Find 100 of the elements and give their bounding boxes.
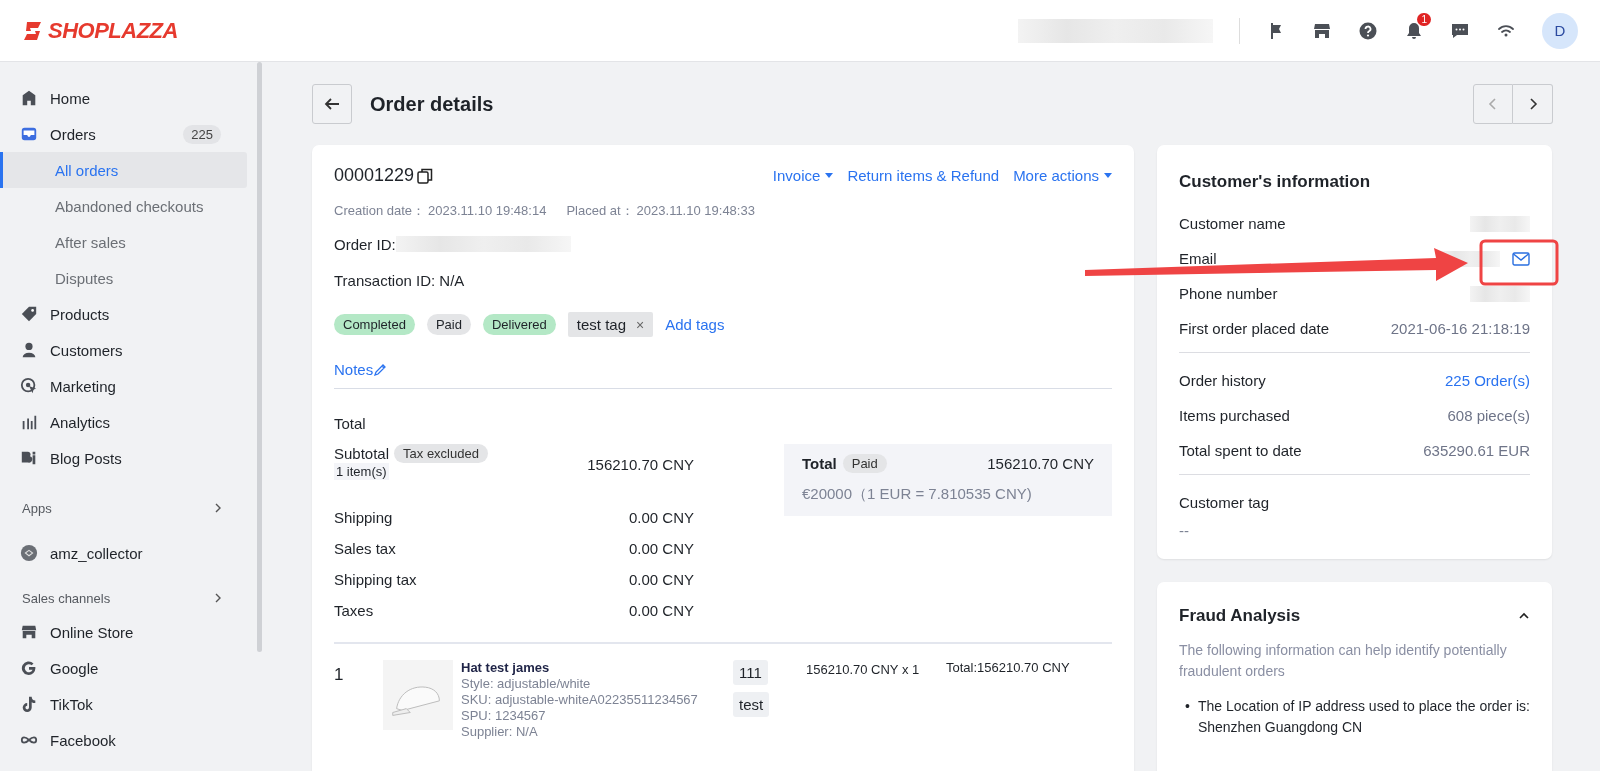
field-value: 608 piece(s) xyxy=(1447,407,1530,424)
logo-text: SHOPLAZZA xyxy=(48,17,178,44)
notification-badge: 1 xyxy=(1417,12,1431,26)
section-label: Apps xyxy=(22,500,52,516)
status-tag: Delivered xyxy=(482,314,556,335)
add-tags-link[interactable]: Add tags xyxy=(665,316,725,333)
sidebar-subitem[interactable]: Disputes xyxy=(2,260,247,296)
sidebar-item[interactable]: Marketing xyxy=(0,368,247,404)
sidebar-subitem[interactable]: All orders xyxy=(2,152,247,188)
product-detail: Supplier: N/A xyxy=(461,724,539,739)
transaction-id: Transaction ID: N/A xyxy=(334,271,465,289)
sidebar-item[interactable]: Analytics xyxy=(0,404,247,440)
date-text: Creation date： 2023.11.10 19:48:14 xyxy=(334,202,547,220)
action-link[interactable]: Return items & Refund xyxy=(847,167,1000,184)
sidebar-subitem[interactable]: After sales xyxy=(2,224,247,260)
bullet-marker: • xyxy=(1185,697,1190,716)
total-line-value: 0.00 CNY xyxy=(628,540,694,557)
sidebar-item[interactable]: Online Store xyxy=(0,614,247,650)
field-label: Customer name xyxy=(1179,215,1286,232)
unit-price: 156210.70 CNY x 1 xyxy=(806,661,921,679)
product-name[interactable]: Hat test james xyxy=(461,660,733,675)
order-id-label: Order ID: xyxy=(334,235,396,253)
blog-icon xyxy=(20,449,38,467)
converted-amount: €20000（1 EUR = 7.810535 CNY) xyxy=(802,485,1033,504)
mail-icon[interactable] xyxy=(1512,251,1530,266)
total-line-label: Taxes xyxy=(334,602,374,619)
line-number: 1 xyxy=(334,664,345,685)
cap-drawing xyxy=(383,660,453,730)
store-icon xyxy=(20,623,38,641)
product-detail: SKU: adjustable-whiteA02235511234567 xyxy=(461,692,699,707)
subtotal-value: 156210.70 CNY xyxy=(587,456,694,473)
caret-down-icon xyxy=(1104,172,1112,179)
sidebar-item[interactable]: Customers xyxy=(0,332,247,368)
person-icon xyxy=(20,341,38,359)
tag-label: test tag xyxy=(576,316,627,333)
sidebar-item[interactable]: Google xyxy=(0,650,247,686)
status-tag: Paid xyxy=(426,314,471,335)
field-value: 635290.61 EUR xyxy=(1423,442,1530,459)
tag-icon xyxy=(20,305,38,323)
total-line-label: Sales tax xyxy=(334,540,396,557)
sidebar-item[interactable]: amz_collector xyxy=(0,534,247,572)
field-label: Total spent to date xyxy=(1179,442,1302,459)
total-line-label: Shipping tax xyxy=(334,571,417,588)
product-detail: Style: adjustable/white xyxy=(461,676,592,691)
sidebar-item[interactable]: Products xyxy=(0,296,247,332)
sidebar-item[interactable]: Home xyxy=(0,80,247,116)
field-label: Items purchased xyxy=(1179,407,1290,424)
subtotal-label: Subtotal xyxy=(334,445,390,462)
help-icon[interactable] xyxy=(1358,20,1378,41)
chevron-right-icon xyxy=(213,503,223,513)
product-detail: SPU: 1234567 xyxy=(461,708,547,723)
order-history-link[interactable]: 225 Order(s) xyxy=(1444,372,1530,389)
page-title: Order details xyxy=(370,92,495,116)
pencil-icon xyxy=(373,362,388,377)
redacted-blur xyxy=(1470,215,1530,232)
fraud-indicator: The Location of IP address used to place the order is: Shenzhen Guangdong CN xyxy=(1197,697,1530,737)
sidebar-item[interactable]: Facebook xyxy=(0,722,247,758)
item-count: 1 item(s) xyxy=(334,463,389,480)
chevron-up-icon[interactable] xyxy=(1518,612,1530,620)
remove-tag-button[interactable]: × xyxy=(636,316,645,333)
section-title: Total xyxy=(334,415,367,432)
scrollbar[interactable] xyxy=(257,62,262,652)
total-line-value: 0.00 CNY xyxy=(628,509,694,526)
total-line-label: Shipping xyxy=(334,509,393,526)
status-tag: Completed xyxy=(334,314,415,335)
total-line-value: 0.00 CNY xyxy=(628,571,694,588)
bar-chart-icon xyxy=(20,413,38,431)
description-text: The following information can help identify potentially fraudulent orders xyxy=(1179,641,1508,681)
inbox-icon xyxy=(20,125,38,143)
card-title: Fraud Analysis xyxy=(1179,606,1301,626)
sidebar-subitem[interactable]: Abandoned checkouts xyxy=(2,188,247,224)
caret-down-icon xyxy=(825,172,834,179)
order-number: 00001229 xyxy=(334,165,415,186)
notes-link[interactable]: Notes xyxy=(334,361,388,378)
copy-icon[interactable] xyxy=(417,167,434,184)
product-tag: 111 xyxy=(733,660,768,685)
sidebar-item[interactable]: Orders 225 xyxy=(0,116,247,152)
field-label: Customer tag xyxy=(1179,494,1270,511)
card-title: Customer's information xyxy=(1179,172,1372,192)
sidebar-item[interactable]: TikTok xyxy=(0,686,247,722)
total-value: 156210.70 CNY xyxy=(987,455,1094,472)
redacted-blur xyxy=(1470,285,1530,302)
back-button[interactable] xyxy=(312,84,352,124)
field-value: -- xyxy=(1179,522,1190,539)
google-icon xyxy=(20,659,38,677)
count-badge: 225 xyxy=(183,124,221,144)
chevron-left-icon xyxy=(1487,97,1499,111)
action-link[interactable]: Invoice xyxy=(772,167,834,184)
sidebar-item[interactable]: Blog Posts xyxy=(0,440,247,476)
line-total: Total:156210.70 CNY xyxy=(946,660,1070,675)
field-label: Phone number xyxy=(1179,285,1278,302)
home-icon xyxy=(20,89,38,107)
field-label: First order placed date xyxy=(1179,320,1330,337)
avatar[interactable]: D xyxy=(1542,12,1578,49)
bell-icon[interactable] xyxy=(1404,20,1424,41)
section-header[interactable]: Apps xyxy=(0,492,247,524)
date-text: Placed at： 2023.11.10 19:48:33 xyxy=(566,202,755,220)
field-label: Order history xyxy=(1179,372,1266,389)
section-header[interactable]: Sales channels xyxy=(0,582,247,614)
action-link[interactable]: More actions xyxy=(1013,167,1112,184)
